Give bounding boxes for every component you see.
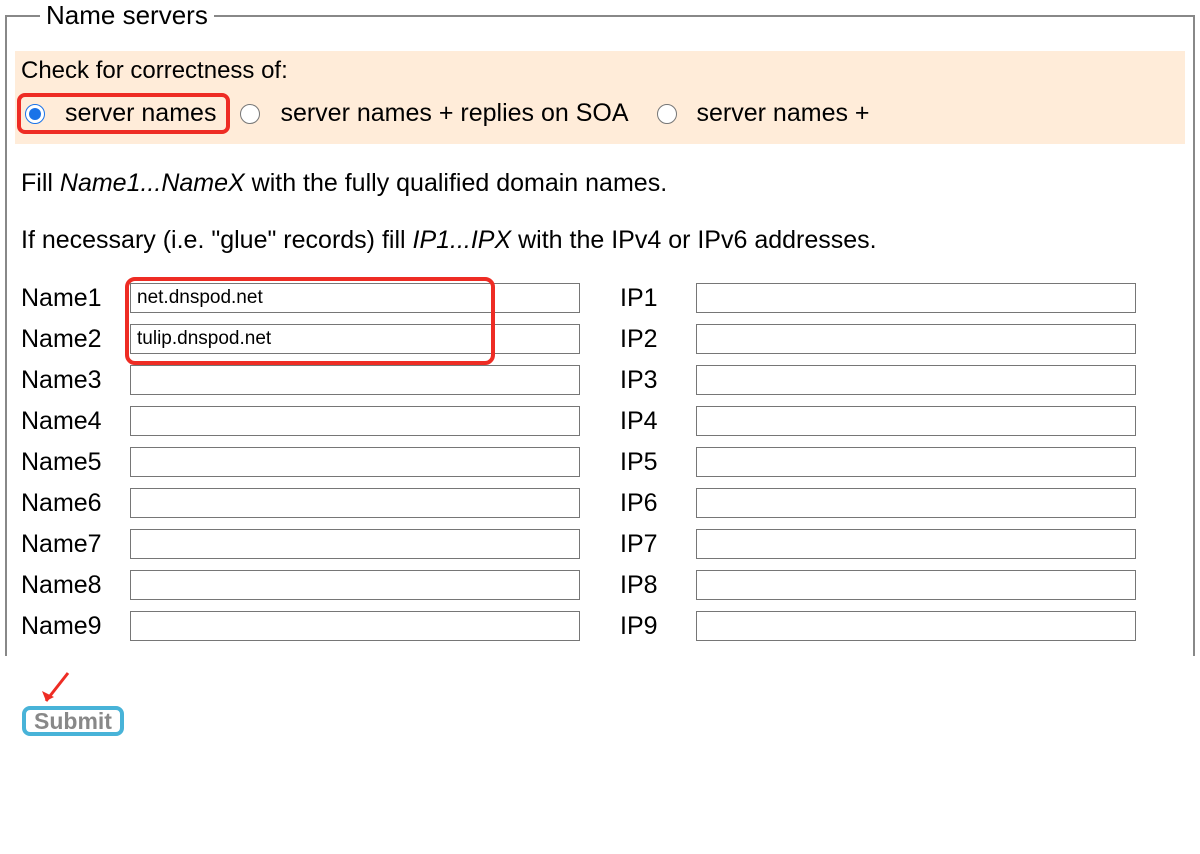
name-input-7[interactable]	[130, 529, 580, 559]
ip-input-6[interactable]	[696, 488, 1136, 518]
ip-label-5: IP5	[620, 448, 682, 477]
radio-option-server-names[interactable]: server names	[17, 93, 230, 134]
name-label-2: Name2	[21, 325, 116, 354]
radio-row: server names server names + replies on S…	[15, 89, 1185, 134]
instr2-c: with the IPv4 or IPv6 addresses.	[511, 226, 876, 254]
ip-label-3: IP3	[620, 366, 682, 395]
ip-row-5: IP5	[620, 447, 1136, 477]
instruction-ips: If necessary (i.e. "glue" records) fill …	[15, 223, 1185, 258]
name-label-1: Name1	[21, 284, 116, 313]
name-label-3: Name3	[21, 366, 116, 395]
ip-label-1: IP1	[620, 284, 682, 313]
radio-input-server-names-plus[interactable]	[657, 104, 677, 124]
name-input-8[interactable]	[130, 570, 580, 600]
name-label-5: Name5	[21, 448, 116, 477]
ip-label-7: IP7	[620, 530, 682, 559]
instr1-a: Fill	[21, 169, 60, 197]
ip-input-2[interactable]	[696, 324, 1136, 354]
name-row-3: Name3	[21, 365, 580, 395]
name-input-2[interactable]	[130, 324, 580, 354]
radio-option-server-names-soa[interactable]: server names + replies on SOA	[230, 97, 646, 130]
name-row-1: Name1	[21, 283, 580, 313]
form-area: Name1 Name2 Name3 Name4 Name5 Name6	[15, 283, 1185, 641]
instr1-b: Name1...NameX	[60, 169, 245, 197]
ip-row-4: IP4	[620, 406, 1136, 436]
name-label-9: Name9	[21, 612, 116, 641]
ip-label-6: IP6	[620, 489, 682, 518]
ip-label-8: IP8	[620, 571, 682, 600]
bottom-area: Submit	[0, 676, 1200, 736]
name-row-5: Name5	[21, 447, 580, 477]
name-column: Name1 Name2 Name3 Name4 Name5 Name6	[21, 283, 580, 641]
radio-label-server-names: server names	[65, 99, 216, 128]
ip-label-4: IP4	[620, 407, 682, 436]
name-row-4: Name4	[21, 406, 580, 436]
ip-input-4[interactable]	[696, 406, 1136, 436]
submit-button[interactable]: Submit	[22, 706, 124, 736]
instr1-c: with the fully qualified domain names.	[245, 169, 667, 197]
ip-row-8: IP8	[620, 570, 1136, 600]
ip-row-9: IP9	[620, 611, 1136, 641]
name-label-6: Name6	[21, 489, 116, 518]
arrow-icon	[38, 671, 78, 711]
ip-input-3[interactable]	[696, 365, 1136, 395]
instr2-b: IP1...IPX	[413, 226, 512, 254]
radio-label-server-names-soa: server names + replies on SOA	[280, 99, 628, 128]
name-row-7: Name7	[21, 529, 580, 559]
check-correctness-label: Check for correctness of:	[15, 57, 1185, 89]
name-input-9[interactable]	[130, 611, 580, 641]
instr2-a: If necessary (i.e. "glue" records) fill	[21, 226, 413, 254]
check-correctness-area: Check for correctness of: server names s…	[15, 51, 1185, 144]
name-input-1[interactable]	[130, 283, 580, 313]
ip-column: IP1 IP2 IP3 IP4 IP5 IP6	[620, 283, 1136, 641]
name-input-5[interactable]	[130, 447, 580, 477]
name-row-9: Name9	[21, 611, 580, 641]
name-label-4: Name4	[21, 407, 116, 436]
radio-input-server-names[interactable]	[25, 104, 45, 124]
name-label-8: Name8	[21, 571, 116, 600]
ip-input-7[interactable]	[696, 529, 1136, 559]
radio-input-server-names-soa[interactable]	[240, 104, 260, 124]
ip-input-8[interactable]	[696, 570, 1136, 600]
ip-row-7: IP7	[620, 529, 1136, 559]
name-input-3[interactable]	[130, 365, 580, 395]
name-input-4[interactable]	[130, 406, 580, 436]
fieldset-legend: Name servers	[40, 0, 214, 31]
ip-row-1: IP1	[620, 283, 1136, 313]
ip-input-5[interactable]	[696, 447, 1136, 477]
name-row-6: Name6	[21, 488, 580, 518]
name-input-6[interactable]	[130, 488, 580, 518]
radio-label-server-names-plus: server names +	[697, 99, 870, 128]
name-label-7: Name7	[21, 530, 116, 559]
ip-input-9[interactable]	[696, 611, 1136, 641]
radio-option-server-names-plus[interactable]: server names +	[647, 97, 888, 130]
ip-row-2: IP2	[620, 324, 1136, 354]
name-row-8: Name8	[21, 570, 580, 600]
ip-row-3: IP3	[620, 365, 1136, 395]
ip-label-9: IP9	[620, 612, 682, 641]
ip-label-2: IP2	[620, 325, 682, 354]
ip-input-1[interactable]	[696, 283, 1136, 313]
ip-row-6: IP6	[620, 488, 1136, 518]
name-row-2: Name2	[21, 324, 580, 354]
instruction-names: Fill Name1...NameX with the fully qualif…	[15, 166, 1185, 201]
name-servers-fieldset: Name servers Check for correctness of: s…	[5, 0, 1195, 656]
